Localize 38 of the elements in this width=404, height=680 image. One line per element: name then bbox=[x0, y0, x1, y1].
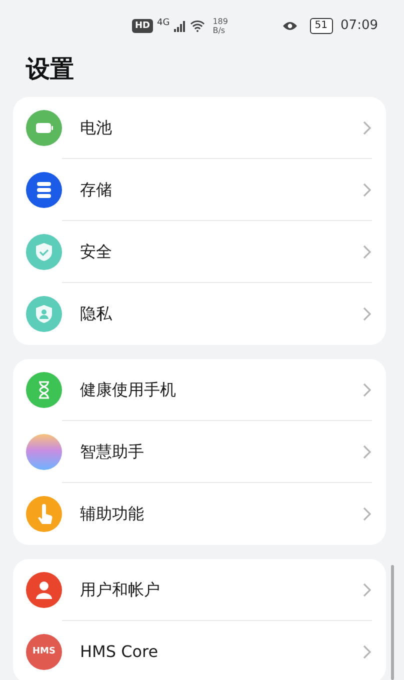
chevron-right-icon bbox=[362, 244, 372, 260]
chevron-right-icon bbox=[362, 582, 372, 598]
row-label: 电池 bbox=[80, 116, 112, 138]
settings-row[interactable]: 存储 bbox=[13, 159, 386, 221]
settings-row[interactable]: 智慧助手 bbox=[13, 421, 386, 483]
network-type: 4G bbox=[157, 17, 170, 30]
settings-row[interactable]: 健康使用手机 bbox=[13, 359, 386, 421]
chevron-right-icon bbox=[362, 120, 372, 136]
settings-row[interactable]: 隐私 bbox=[13, 283, 386, 345]
settings-row[interactable]: 电池 bbox=[13, 97, 386, 159]
battery-indicator: 51 bbox=[310, 18, 333, 34]
wifi-icon bbox=[190, 20, 205, 32]
row-label: HMS Core bbox=[80, 641, 158, 663]
row-label: 隐私 bbox=[80, 303, 112, 325]
settings-row[interactable]: 用户和帐户 bbox=[13, 559, 386, 621]
row-label: 辅助功能 bbox=[80, 503, 144, 525]
speed-unit: B/s bbox=[212, 26, 226, 35]
eye-icon bbox=[282, 21, 298, 31]
settings-row[interactable]: 安全 bbox=[13, 221, 386, 283]
icon-logo-text: HMS bbox=[32, 645, 56, 658]
chevron-right-icon bbox=[362, 444, 372, 460]
row-label: 健康使用手机 bbox=[80, 378, 176, 400]
clock: 07:09 bbox=[340, 17, 378, 36]
settings-row[interactable]: HMS HMS Core bbox=[13, 621, 386, 680]
row-label: 安全 bbox=[80, 240, 112, 262]
network-speed: 189 bbox=[212, 17, 228, 26]
chevron-right-icon bbox=[362, 644, 372, 660]
chevron-right-icon bbox=[362, 306, 372, 322]
row-label: 智慧助手 bbox=[80, 440, 144, 462]
chevron-right-icon bbox=[362, 382, 372, 398]
hd-badge: HD bbox=[132, 19, 154, 33]
row-label: 用户和帐户 bbox=[80, 578, 160, 600]
settings-row[interactable]: 辅助功能 bbox=[13, 483, 386, 545]
row-label: 存储 bbox=[80, 178, 112, 200]
chevron-right-icon bbox=[362, 506, 372, 522]
signal-icon bbox=[174, 20, 186, 32]
chevron-right-icon bbox=[362, 182, 372, 198]
page-title: 设置 bbox=[26, 54, 75, 84]
